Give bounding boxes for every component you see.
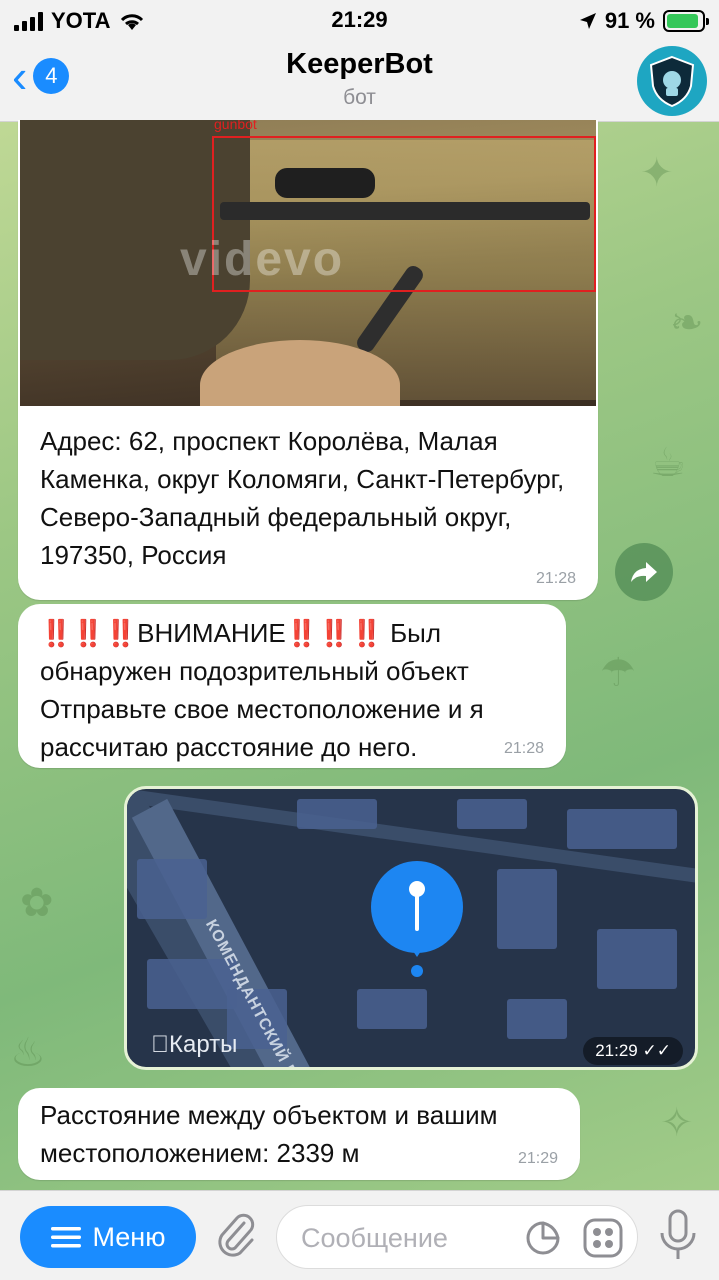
forward-button[interactable] [615,543,673,601]
maps-brand-label: Карты [151,1031,237,1058]
keyboard-apps-icon[interactable] [583,1218,623,1258]
address-text: Адрес: 62, проспект Королёва, Малая Каме… [40,426,565,570]
sticker-icon[interactable] [525,1220,561,1256]
chat-title[interactable]: KeeperBot [0,48,719,81]
photo-watermark: videvo [180,233,345,286]
alert-marks-left: ‼️‼️‼️ [40,618,138,648]
chat-subtitle: бот [343,86,376,109]
message-bubble-alert[interactable]: ‼️‼️‼️ВНИМАНИЕ‼️‼️‼️ Был обнаружен подоз… [18,604,566,768]
message-input-bar: Меню [0,1190,719,1280]
message-bubble-distance[interactable]: Расстояние между объектом и вашим местоп… [18,1088,580,1180]
shield-icon [649,55,695,108]
bot-avatar[interactable] [637,46,707,116]
message-time-read: 21:29 ✓✓ [583,1037,683,1065]
alert-word: ВНИМАНИЕ [137,618,286,648]
chat-header: ‹ 4 KeeperBot бот [0,42,719,122]
location-dot [411,965,423,977]
forward-arrow-icon [631,562,657,582]
apple-logo-icon:  [151,1031,169,1058]
battery-icon [663,10,709,32]
paperclip-icon[interactable] [214,1213,258,1259]
bot-menu-button[interactable]: Меню [20,1206,196,1268]
alert-text: ‼️‼️‼️ВНИМАНИЕ‼️‼️‼️ Был обнаружен подоз… [40,614,560,766]
message-field[interactable] [276,1205,638,1269]
microphone-icon[interactable] [656,1209,700,1261]
menu-label: Меню [92,1221,166,1252]
message-time: 21:28 [535,570,576,587]
status-bar: YOTA 21:29 91 % [0,0,719,42]
message-time: 21:28 [503,740,544,757]
location-arrow-icon [579,13,596,29]
message-time: 21:29 [517,1150,558,1167]
menu-icon [50,1227,81,1248]
distance-text: Расстояние между объектом и вашим местоп… [40,1100,498,1168]
double-check-icon: ✓✓ [642,1041,672,1060]
message-time: 21:29 [595,1041,638,1060]
detection-photo[interactable]: gunbot videvo [20,120,596,406]
detection-label: gunbot [214,120,257,132]
alert-marks-right: ‼️‼️‼️ [285,618,383,648]
location-map-message[interactable]: КОМЕНДАНТСКИЙ ПРОСПЕКТ Карты 21:29 ✓✓ [124,786,698,1070]
battery-percent: 91 % [604,8,655,33]
message-input[interactable] [301,1220,521,1256]
maps-brand: Карты [151,1031,237,1059]
message-bubble-address[interactable]: gunbot videvo Адрес: 62, проспект Королё… [18,120,598,600]
